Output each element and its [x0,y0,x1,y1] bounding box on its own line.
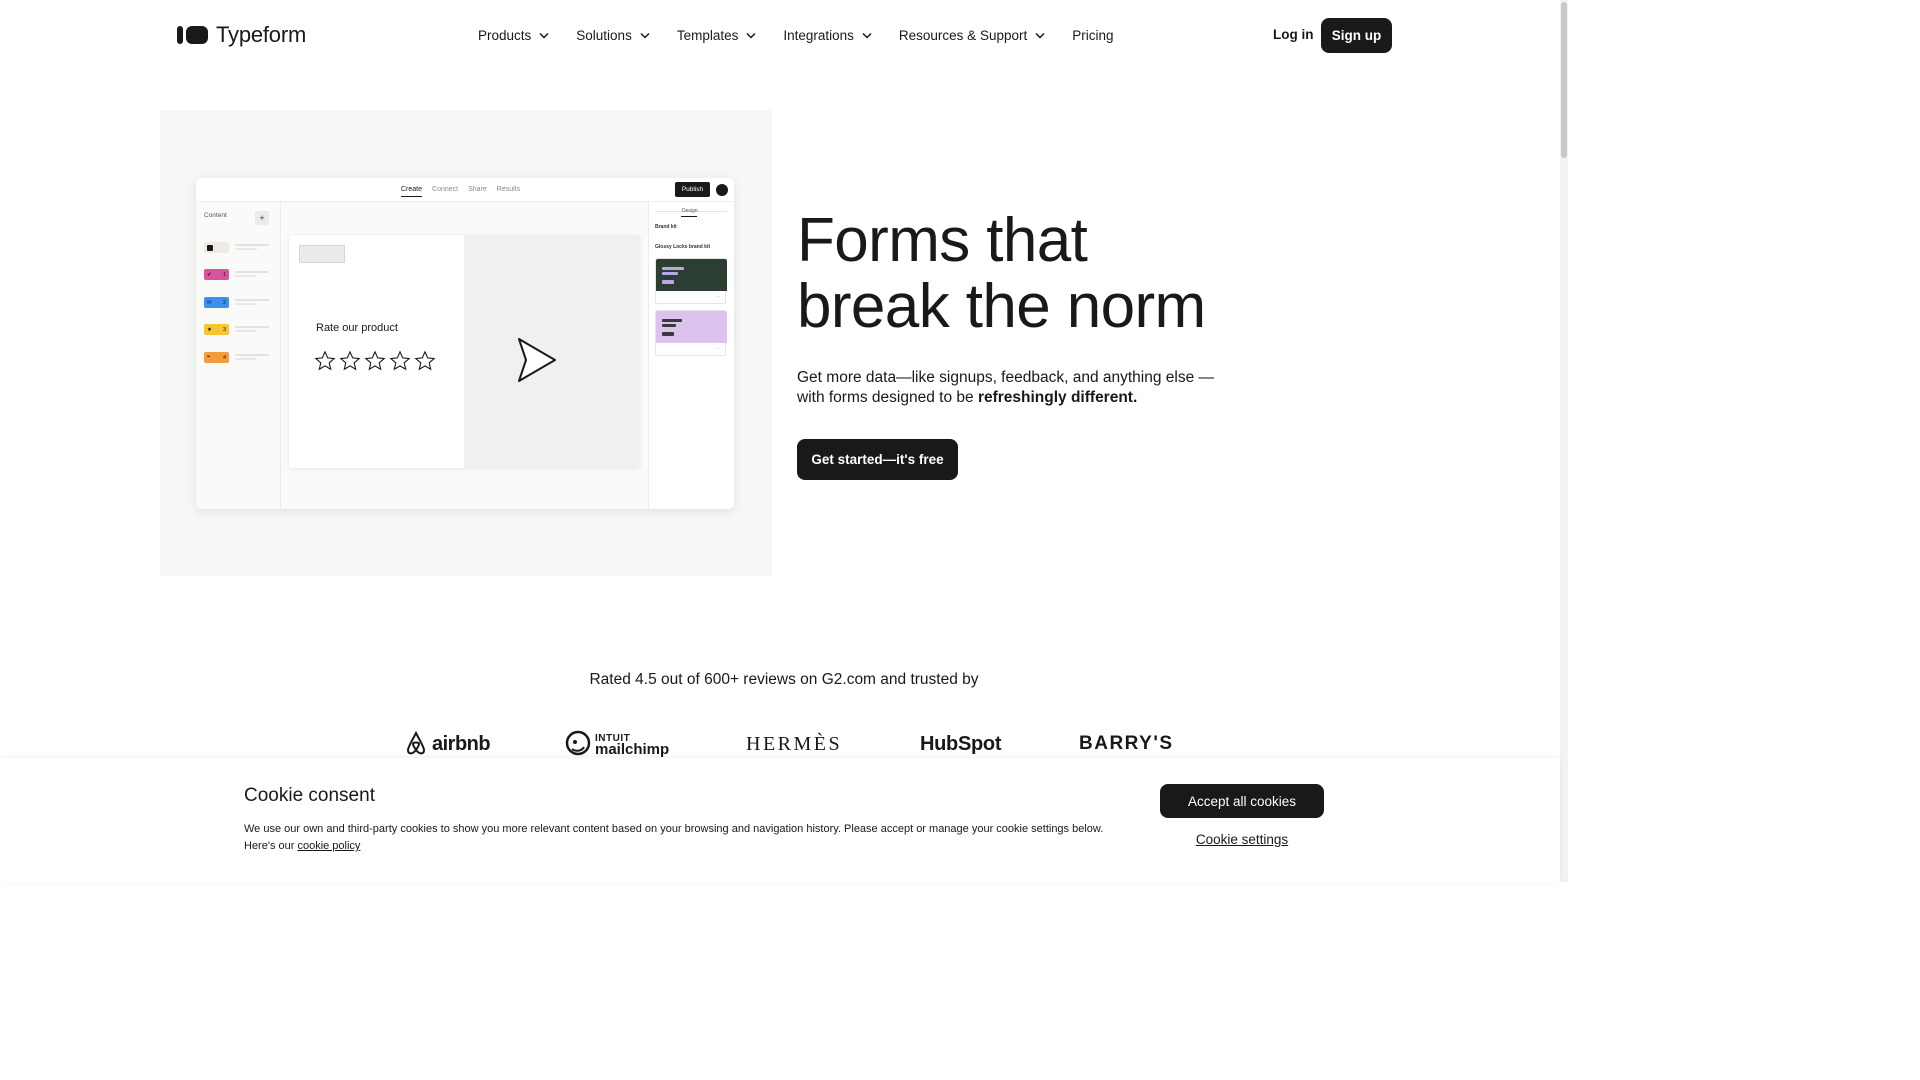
play-icon [518,338,556,382]
mailchimp-freddie-icon [565,730,591,756]
nav-templates[interactable]: Templates [677,28,757,43]
signup-button[interactable]: Sign up [1321,18,1392,53]
mockup-question-row: ✉ 2 [204,297,274,309]
login-link[interactable]: Log in [1273,27,1314,42]
nav-solutions[interactable]: Solutions [576,28,650,43]
accept-all-cookies-button[interactable]: Accept all cookies [1160,784,1324,818]
rating-statement: Rated 4.5 out of 600+ reviews on G2.com … [589,671,979,688]
nav-pricing[interactable]: Pricing [1072,28,1113,43]
nav-templates-label: Templates [676,27,739,43]
chevron-down-icon [1035,32,1045,39]
mockup-tab-results: Results [496,186,521,193]
email-icon: ✉ 2 [204,297,229,308]
star-outline-icon [414,350,436,371]
mockup-tab-share: Share [468,186,487,193]
cookie-consent-banner: Cookie consent We use our own and third-… [0,758,1560,882]
airbnb-wordmark: airbnb [432,732,491,755]
star-outline-icon [314,350,336,371]
nav-resources-support[interactable]: Resources & Support [899,28,1045,43]
nav-integrations-label: Integrations [783,27,854,43]
scrollbar-thumb[interactable] [1561,2,1567,158]
site-header: Typeform Products Solutions Templates In… [0,0,1568,70]
nav-products-label: Products [478,27,532,43]
mockup-brand-kit-label: Brand kit [655,224,677,230]
mailchimp-logo: INTUIT mailchimp [565,729,669,759]
cookie-title: Cookie consent [244,785,375,806]
mockup-tabs: Create Connect Share Results [401,186,520,197]
mockup-theme-card: ··· [655,258,727,304]
main-nav: Products Solutions Templates Integration… [478,25,1141,45]
mockup-publish-button: Publish [675,182,710,197]
typeform-logo-icon [177,26,208,44]
cookie-text: We use our own and third-party cookies t… [244,823,1104,852]
hero-subcopy-bold: refreshingly different. [977,389,1138,406]
hero-subcopy: Get more data—like signups, feedback, an… [797,368,1217,408]
mockup-question-text: Rate our product [316,322,398,334]
mailchimp-wordmark: INTUIT mailchimp [595,733,670,758]
mockup-design-panel: Design Brand kit Glossy Locks brand kit … [648,202,734,509]
logo-text: Typeform [216,22,307,47]
cookie-description: We use our own and third-party cookies t… [244,821,1114,855]
mockup-add-icon: + [255,211,269,225]
mockup-theme-card: ··· [655,310,727,356]
hero-headline: Forms that break the norm [797,208,1206,340]
barrys-logo: BARRY'S [1079,733,1174,754]
hero-headline-line2: break the norm [797,272,1206,341]
chevron-down-icon [640,32,650,39]
mockup-tab-create: Create [401,186,423,197]
welcome-icon [204,242,229,253]
star-outline-icon [339,350,361,371]
check-icon: ✔ 1 [204,269,229,280]
mockup-tab-connect: Connect [432,186,459,193]
mockup-content-title: Content [204,212,227,219]
airbnb-icon [406,731,426,755]
mockup-question-row: ✔ 1 [204,269,274,281]
star-outline-icon [364,350,386,371]
mockup-question-row [204,242,274,254]
mockup-avatar [716,184,728,196]
mockup-logo-placeholder [299,245,345,263]
mockup-content-sidebar: Content + ✔ 1 ✉ 2 ★ 3 ❝ 4 [196,202,281,509]
mockup-brand-kit-name: Glossy Locks brand kit [655,244,711,250]
mockup-toolbar: Create Connect Share Results Publish [196,178,734,202]
nav-solutions-label: Solutions [576,27,632,43]
chevron-down-icon [539,32,549,39]
quote-icon: ❝ 4 [204,352,229,363]
mockup-question-row: ❝ 4 [204,352,274,364]
airbnb-logo: airbnb [404,729,491,759]
chevron-down-icon [746,32,756,39]
hubspot-logo: HubSpot [920,732,1002,755]
hermes-logo: HERMÈS [746,732,843,755]
mockup-design-tab: Design [682,208,698,214]
cookie-settings-link[interactable]: Cookie settings [1160,832,1324,847]
rating-stars [314,350,436,372]
hero-headline-line1: Forms that [797,206,1088,275]
nav-products[interactable]: Products [478,28,549,43]
star-outline-icon [389,350,411,371]
cookie-policy-link[interactable]: cookie policy [297,840,360,852]
nav-pricing-label: Pricing [1072,27,1114,43]
get-started-button[interactable]: Get started—it's free [797,439,958,480]
mockup-form-canvas: Rate our product [289,235,640,468]
chevron-down-icon [862,32,872,39]
nav-integrations[interactable]: Integrations [783,28,872,43]
star-icon: ★ 3 [204,324,229,335]
form-builder-mockup: Create Connect Share Results Publish Con… [196,178,734,509]
mockup-question-row: ★ 3 [204,324,274,336]
nav-resources-label: Resources & Support [898,27,1028,43]
typeform-logo[interactable]: Typeform [177,22,306,48]
page-scrollbar[interactable] [1560,0,1568,882]
